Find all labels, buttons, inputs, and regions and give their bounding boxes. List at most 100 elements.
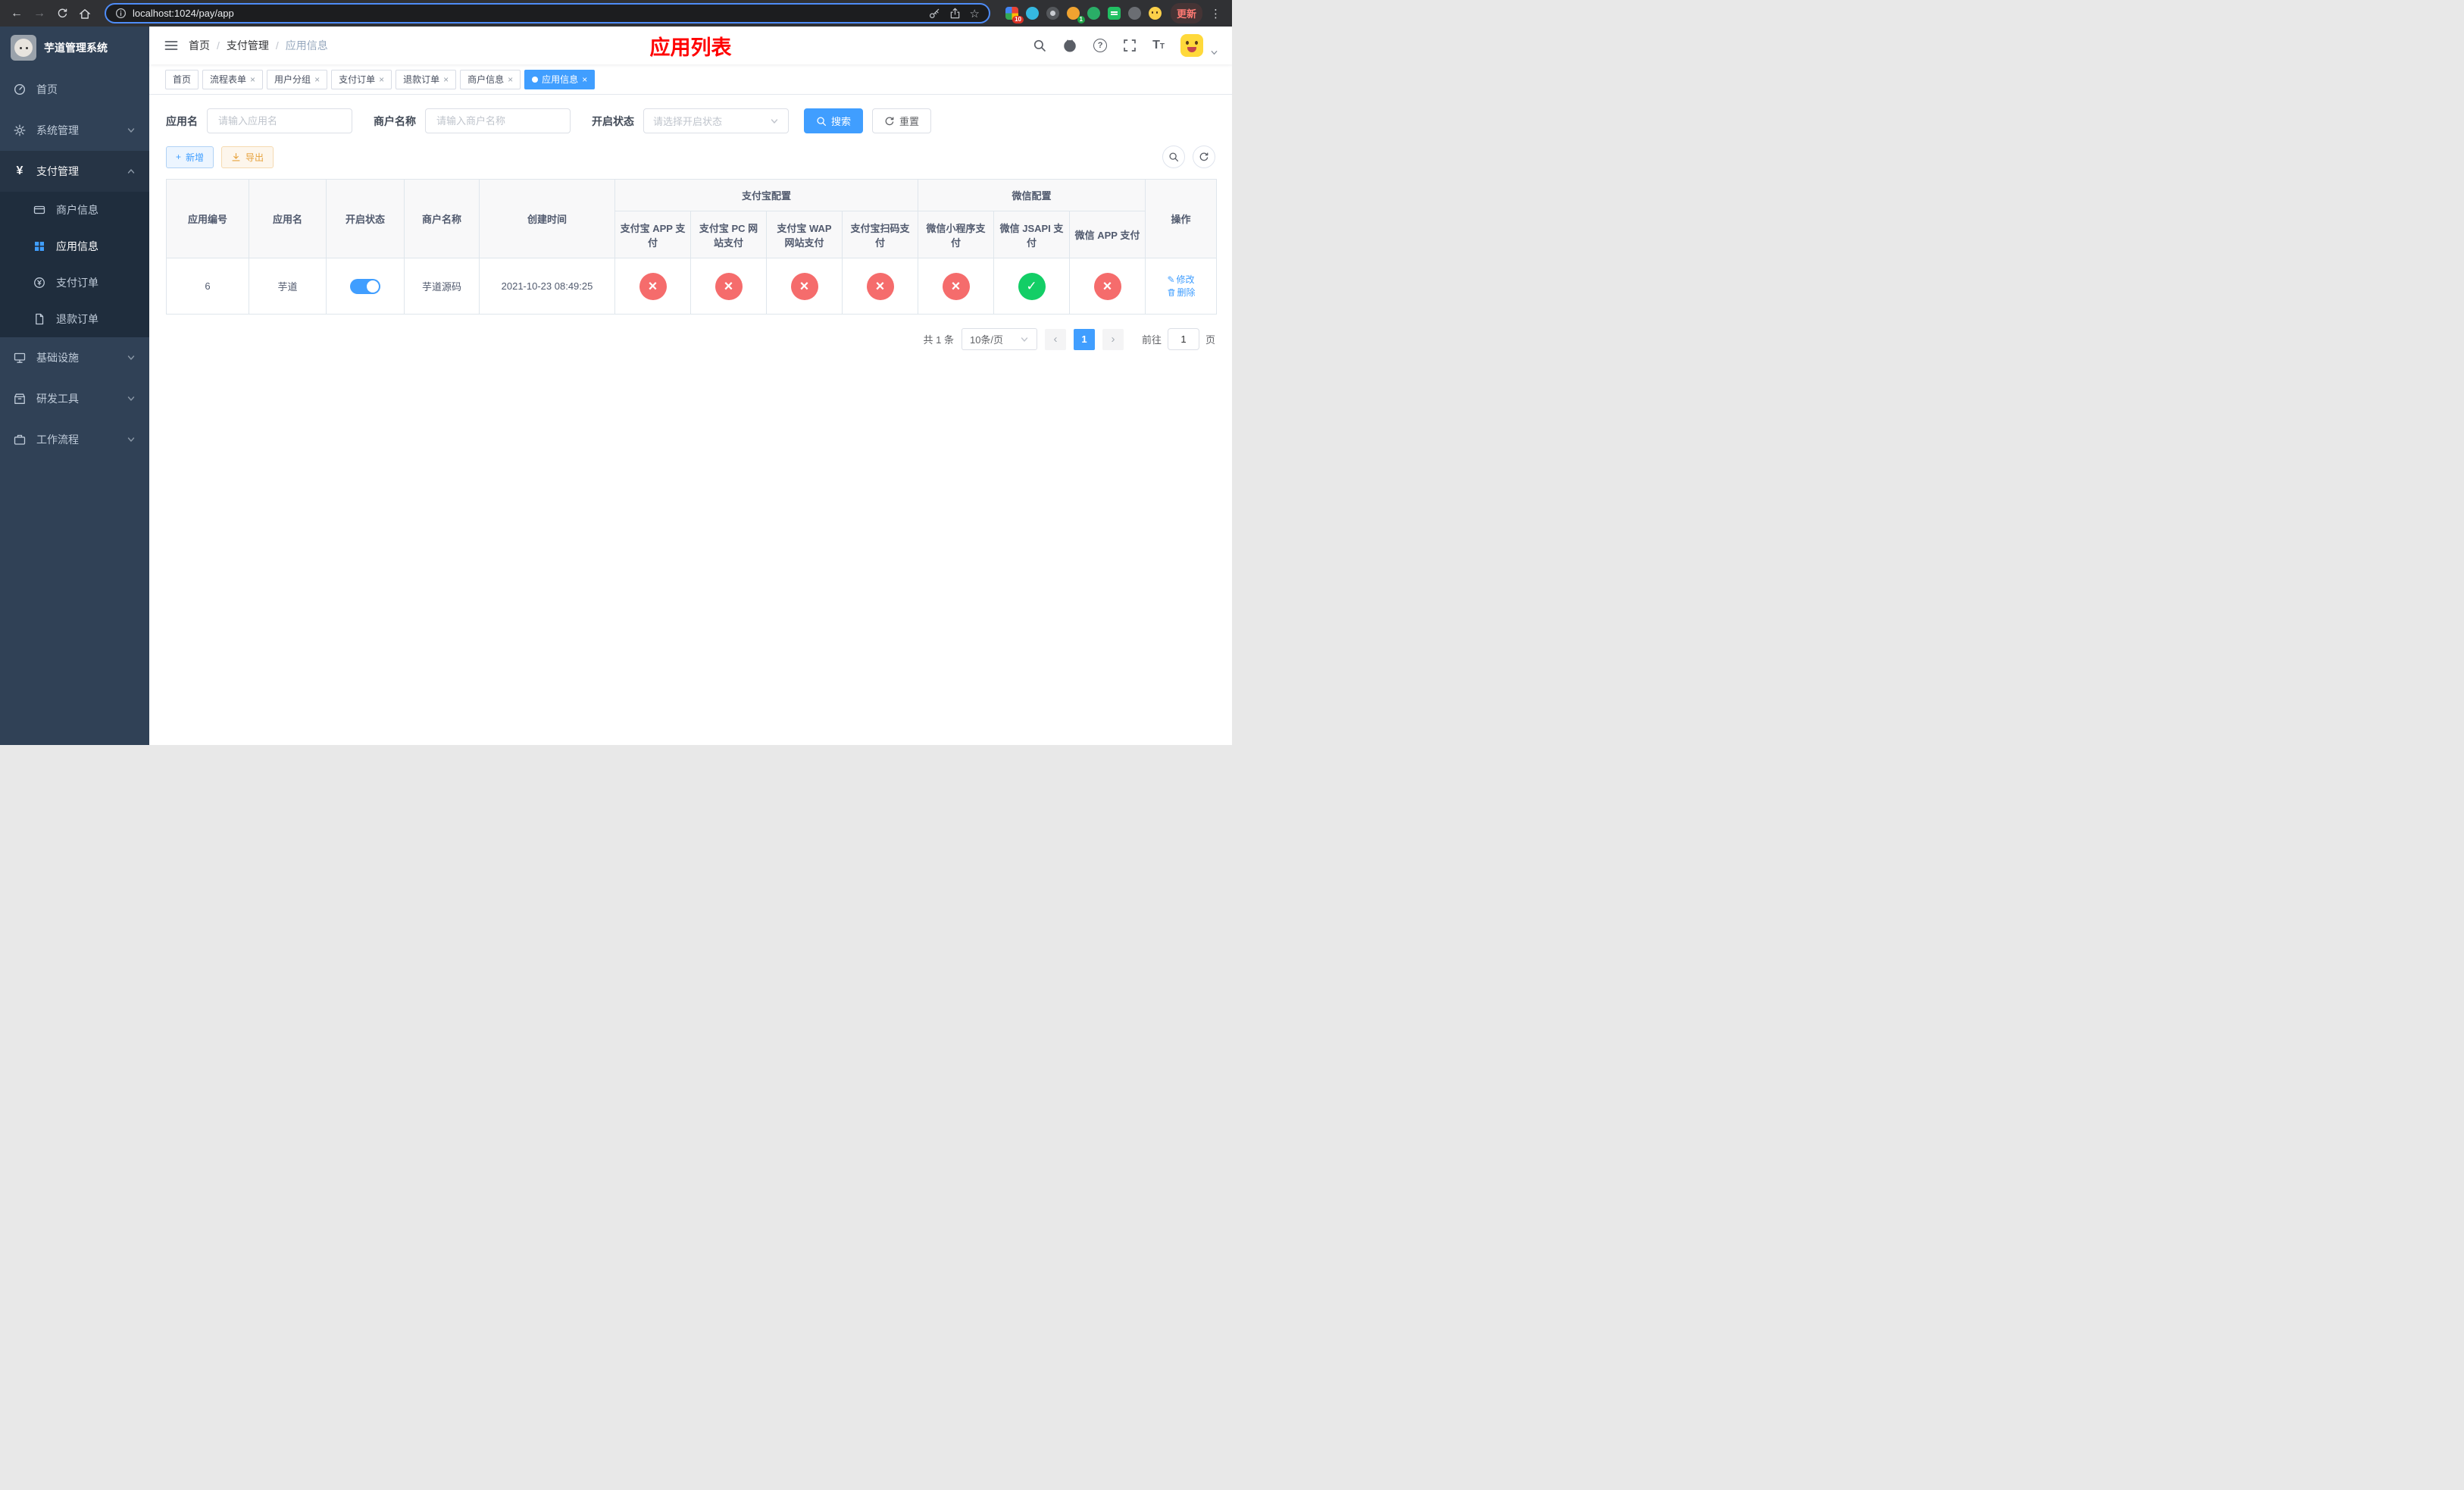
coin-icon [33, 277, 45, 289]
dashboard-icon [14, 83, 26, 95]
extension-icon-6[interactable] [1107, 7, 1121, 20]
forward-button[interactable]: → [30, 5, 48, 23]
cell-create-time: 2021-10-23 08:49:25 [479, 258, 615, 315]
home-button[interactable] [76, 5, 94, 23]
browser-update-button[interactable]: 更新 [1170, 3, 1202, 23]
chevron-down-icon [127, 126, 136, 135]
tab-user-group[interactable]: 用户分组 × [267, 69, 328, 89]
app-name-input[interactable] [217, 114, 342, 127]
share-icon[interactable] [949, 8, 961, 19]
status-select[interactable]: 请选择开启状态 [643, 108, 789, 133]
close-icon[interactable]: × [379, 74, 384, 85]
back-button[interactable]: ← [8, 5, 26, 23]
browser-window: ← → localhost:1024/pay/app ☆ 10 1 更新 ⋮ 芋… [0, 0, 1232, 745]
merchant-name-input[interactable] [435, 114, 561, 127]
grid-icon [33, 240, 45, 252]
col-group-alipay: 支付宝配置 [614, 179, 919, 211]
address-bar[interactable]: localhost:1024/pay/app ☆ [105, 3, 990, 23]
table-toolbar: + 新增 导出 [166, 146, 1215, 168]
extensions-area: 10 1 [1005, 7, 1162, 23]
tab-home[interactable]: 首页 [165, 69, 199, 89]
close-icon[interactable]: × [443, 74, 449, 85]
sidebar-item-workflow[interactable]: 工作流程 [0, 419, 149, 460]
reset-button[interactable]: 重置 [872, 108, 932, 133]
browser-menu-icon[interactable]: ⋮ [1207, 7, 1224, 20]
page-size-select[interactable]: 10条/页 [961, 328, 1037, 350]
tab-app-info[interactable]: 应用信息 × [524, 69, 596, 89]
extension-icon-1[interactable]: 10 [1005, 7, 1024, 23]
site-info-icon[interactable] [115, 8, 127, 19]
fullscreen-icon[interactable] [1123, 39, 1137, 52]
search-button[interactable]: 搜索 [804, 108, 864, 133]
app-logo[interactable]: 芋道管理系统 [0, 27, 149, 69]
tab-refund-order[interactable]: 退款订单 × [396, 69, 457, 89]
monitor-icon [14, 352, 26, 364]
refresh-table-button[interactable] [1193, 146, 1215, 168]
extension-icon-3[interactable] [1046, 7, 1059, 20]
close-icon[interactable]: × [250, 74, 255, 85]
close-icon[interactable]: × [508, 74, 513, 85]
extension-icon-2[interactable] [1025, 7, 1039, 20]
header-search-icon[interactable] [1033, 39, 1046, 52]
close-icon[interactable]: × [582, 74, 587, 85]
edit-button[interactable]: ✎ 修改 [1167, 273, 1194, 286]
page-1-button[interactable]: 1 [1073, 328, 1095, 350]
delete-button[interactable]: 删除 [1167, 286, 1196, 299]
github-icon[interactable] [1062, 38, 1077, 53]
docs-help-icon[interactable]: ? [1093, 39, 1108, 52]
sidebar: 芋道管理系统 首页 系统管理 ¥ 支付管理 商户信息 应用信息 支付订单 退款订… [0, 27, 149, 745]
app-name-label: 应用名 [166, 114, 198, 127]
pagination: 共 1 条 10条/页 ‹ 1 › 前往 页 [166, 328, 1215, 350]
sidebar-item-payment[interactable]: ¥ 支付管理 [0, 151, 149, 192]
profile-avatar-icon[interactable] [1148, 7, 1162, 20]
extension-icon-5[interactable] [1087, 7, 1100, 20]
sidebar-item-refund-order[interactable]: 退款订单 [0, 301, 149, 337]
avatar-caret-icon[interactable] [1210, 49, 1218, 57]
search-form: 应用名 商户名称 开启状态 请选择开启状态 搜索 [166, 108, 1215, 133]
app-name-field[interactable] [207, 108, 352, 133]
extension-icon-4[interactable]: 1 [1066, 7, 1085, 23]
prev-page-button[interactable]: ‹ [1044, 328, 1066, 350]
col-wechat-app: 微信 APP 支付 [1069, 211, 1146, 258]
briefcase-icon [14, 434, 26, 446]
tab-merchant-info[interactable]: 商户信息 × [460, 69, 521, 89]
close-icon[interactable]: × [314, 74, 320, 85]
reload-button[interactable] [53, 5, 71, 23]
navbar-actions: ? TT [1033, 34, 1232, 57]
next-page-button[interactable]: › [1102, 328, 1124, 350]
sidebar-item-merchant-info[interactable]: 商户信息 [0, 192, 149, 228]
wechat-mini-status-icon [942, 272, 970, 300]
col-app-id: 应用编号 [166, 179, 249, 258]
col-status: 开启状态 [326, 179, 405, 258]
col-merchant-name: 商户名称 [404, 179, 480, 258]
breadcrumb-payment[interactable]: 支付管理 [227, 38, 269, 53]
sidebar-item-dev-tools[interactable]: 研发工具 [0, 378, 149, 419]
breadcrumb-home[interactable]: 首页 [189, 38, 210, 53]
tab-flow-form[interactable]: 流程表单 × [202, 69, 264, 89]
alipay-pc-status-icon [714, 272, 743, 300]
toggle-search-button[interactable] [1162, 146, 1185, 168]
sidebar-item-system[interactable]: 系统管理 [0, 110, 149, 151]
password-key-icon[interactable] [929, 8, 940, 19]
sidebar-item-pay-order[interactable]: 支付订单 [0, 265, 149, 301]
page-content: 应用名 商户名称 开启状态 请选择开启状态 搜索 [149, 95, 1232, 745]
sidebar-item-home[interactable]: 首页 [0, 69, 149, 110]
export-button[interactable]: 导出 [221, 146, 274, 168]
extension-icon-7[interactable] [1127, 7, 1141, 20]
wechat-app-status-icon [1093, 272, 1121, 300]
goto-page-input[interactable] [1167, 328, 1199, 350]
alipay-app-status-icon [639, 272, 667, 300]
sidebar-item-app-info[interactable]: 应用信息 [0, 228, 149, 265]
yen-icon: ¥ [16, 164, 23, 177]
tab-pay-order[interactable]: 支付订单 × [331, 69, 392, 89]
col-actions: 操作 [1145, 179, 1218, 258]
bookmark-star-icon[interactable]: ☆ [970, 7, 980, 20]
font-size-icon[interactable]: TT [1152, 39, 1165, 52]
merchant-name-field[interactable] [425, 108, 571, 133]
hamburger-button[interactable] [149, 39, 189, 52]
status-toggle[interactable] [350, 278, 380, 294]
add-button[interactable]: + 新增 [166, 146, 214, 168]
user-avatar[interactable] [1180, 34, 1203, 57]
col-wechat-mini: 微信小程序支付 [918, 211, 995, 258]
sidebar-item-infrastructure[interactable]: 基础设施 [0, 337, 149, 378]
